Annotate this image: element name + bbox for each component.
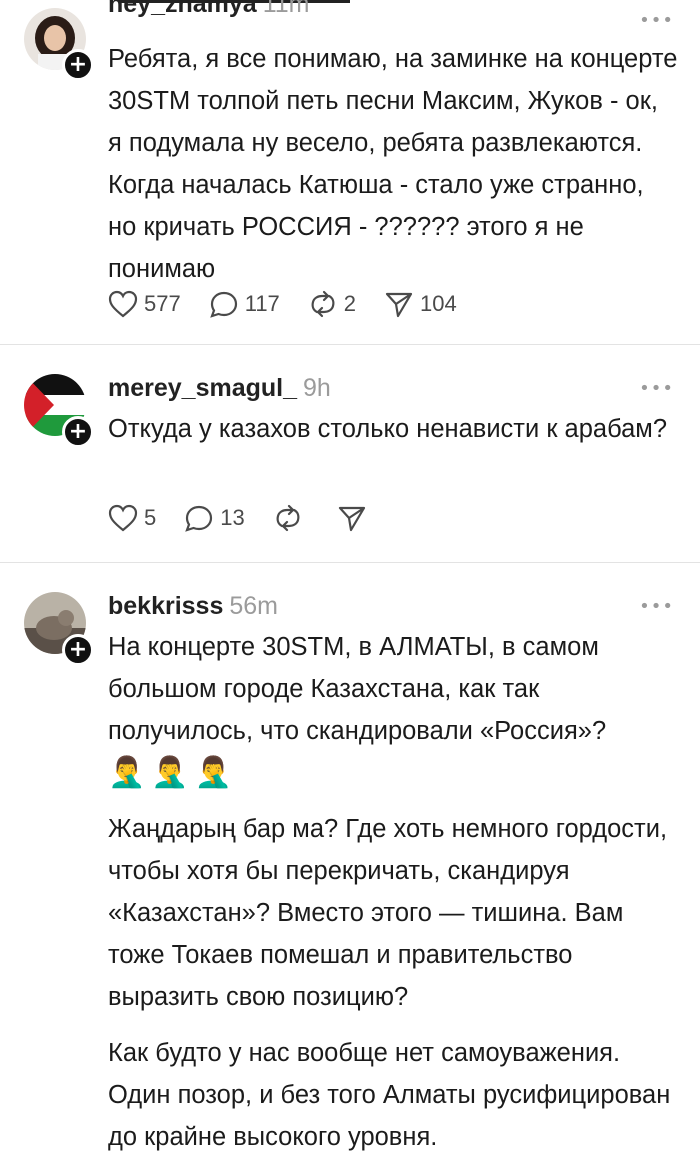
- repost-button[interactable]: 2: [308, 290, 356, 318]
- follow-plus-icon[interactable]: +: [62, 634, 94, 666]
- facepalm-emoji: 🤦‍♂️🤦‍♂️🤦‍♂️: [108, 755, 239, 790]
- post-paragraph: На концерте 30STM, в АЛМАТЫ, в самом бол…: [108, 633, 607, 745]
- share-button[interactable]: [337, 504, 373, 532]
- more-horizontal-icon[interactable]: •••: [639, 596, 674, 617]
- timestamp: 9h: [303, 374, 331, 402]
- reply-count: 13: [220, 505, 245, 530]
- share-button[interactable]: 104: [384, 290, 457, 318]
- post-paragraph: Жаңдарың бар ма? Где хоть немного гордос…: [108, 815, 668, 1011]
- reply-count: 117: [244, 291, 280, 316]
- username-text[interactable]: bekkrisss: [108, 592, 223, 620]
- like-count: 5: [144, 505, 157, 530]
- post-text: Откуда у казахов столько ненависти к ара…: [108, 415, 668, 443]
- heart-icon: [108, 504, 138, 532]
- timestamp: 56m: [229, 592, 279, 620]
- send-icon: [338, 506, 365, 532]
- username-text[interactable]: merey_smagul_: [108, 374, 297, 402]
- like-button[interactable]: 5: [108, 504, 156, 532]
- post-body: На концерте 30STM, в АЛМАТЫ, в самом бол…: [108, 626, 678, 1168]
- username[interactable]: merey_smagul_ 9h: [108, 374, 331, 403]
- like-button[interactable]: 577: [108, 290, 181, 318]
- reply-button[interactable]: 117: [209, 290, 280, 318]
- repost-icon: [276, 504, 300, 532]
- repost-icon: [311, 290, 335, 318]
- action-bar: 577 117 2 104: [108, 284, 485, 324]
- divider: [0, 562, 700, 563]
- post-text: Ребята, я все понимаю, на заминке на кон…: [108, 45, 678, 283]
- more-horizontal-icon[interactable]: •••: [639, 10, 674, 31]
- share-count: 104: [420, 291, 457, 316]
- divider: [0, 344, 700, 345]
- action-bar: 5 13: [108, 498, 401, 538]
- reply-button[interactable]: 13: [184, 504, 245, 532]
- follow-plus-icon[interactable]: +: [62, 416, 94, 448]
- repost-count: 2: [343, 291, 357, 316]
- post-paragraph: Как будто у нас вообще нет самоуважения.…: [108, 1039, 671, 1151]
- username[interactable]: ney_znamya 11m: [108, 0, 309, 19]
- username[interactable]: bekkrisss 56m: [108, 592, 278, 621]
- follow-plus-icon[interactable]: +: [62, 49, 94, 81]
- comment-icon: [209, 291, 237, 318]
- repost-button[interactable]: [273, 504, 309, 532]
- timestamp: 11m: [262, 0, 310, 18]
- comment-icon: [185, 505, 213, 532]
- username-text[interactable]: ney_znamya: [108, 0, 257, 18]
- heart-icon: [108, 290, 138, 318]
- send-icon: [385, 292, 413, 318]
- more-horizontal-icon[interactable]: •••: [639, 378, 674, 399]
- like-count: 577: [144, 291, 181, 316]
